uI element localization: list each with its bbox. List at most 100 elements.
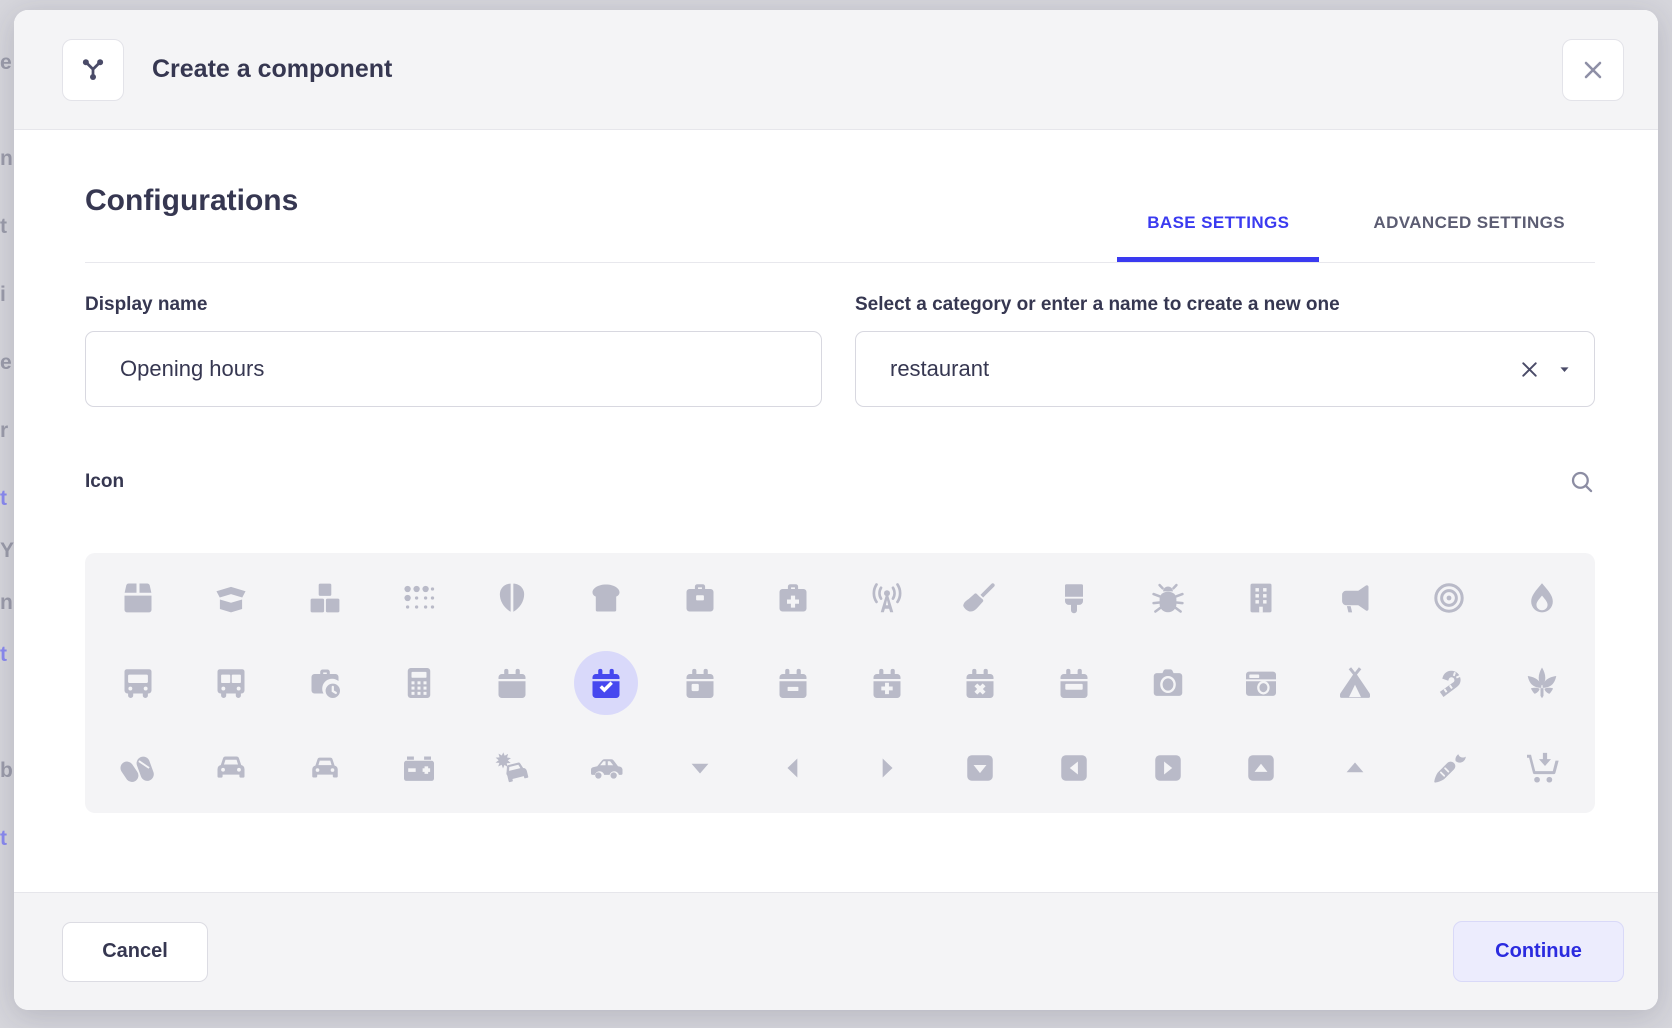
icon-cell-carrot[interactable]: [1402, 726, 1496, 811]
icon-cell-car-side[interactable]: [559, 726, 653, 811]
icon-cell-calendar[interactable]: [466, 640, 560, 725]
capsules-icon: [120, 750, 156, 786]
icon-cell-brush[interactable]: [1027, 555, 1121, 640]
icon-cell-building[interactable]: [1215, 555, 1309, 640]
form-row: Display name Select a category or enter …: [85, 294, 1595, 407]
close-button[interactable]: [1562, 39, 1624, 101]
icon-cell-calendar-times[interactable]: [934, 640, 1028, 725]
icon-cell-boxes[interactable]: [278, 555, 372, 640]
category-field-group: Select a category or enter a name to cre…: [855, 294, 1595, 407]
icon-cell-burn[interactable]: [1495, 555, 1589, 640]
tab-advanced-settings[interactable]: ADVANCED SETTINGS: [1343, 213, 1595, 262]
icon-cell-car-alt[interactable]: [278, 726, 372, 811]
create-component-modal: Create a component Configurations BASE S…: [14, 10, 1658, 1010]
brush-icon: [1056, 580, 1092, 616]
icon-cell-calculator[interactable]: [372, 640, 466, 725]
caret-left-icon: [775, 750, 811, 786]
backdrop-text-fragment: t: [0, 488, 14, 509]
bus-alt-icon: [213, 665, 249, 701]
icon-cell-caret-left[interactable]: [746, 726, 840, 811]
icon-cell-cannabis[interactable]: [1495, 640, 1589, 725]
briefcase-medical-icon: [775, 580, 811, 616]
cancel-button[interactable]: Cancel: [62, 922, 208, 982]
icon-cell-calendar-week[interactable]: [1027, 640, 1121, 725]
icon-cell-caret-square-up[interactable]: [1215, 726, 1309, 811]
icon-cell-car-battery[interactable]: [372, 726, 466, 811]
braille-icon: [401, 580, 437, 616]
category-label: Select a category or enter a name to cre…: [855, 294, 1595, 316]
icon-cell-bread-slice[interactable]: [559, 555, 653, 640]
icon-cell-briefcase[interactable]: [653, 555, 747, 640]
continue-button[interactable]: Continue: [1453, 921, 1624, 982]
icon-cell-camera-retro[interactable]: [1215, 640, 1309, 725]
icon-cell-business-time[interactable]: [278, 640, 372, 725]
caret-down-icon[interactable]: [1557, 362, 1572, 377]
camera-retro-icon: [1243, 665, 1279, 701]
backdrop-text-fragment: n: [0, 592, 14, 613]
clear-x-icon[interactable]: [1514, 354, 1545, 385]
icon-cell-brain[interactable]: [466, 555, 560, 640]
icon-cell-camera[interactable]: [1121, 640, 1215, 725]
box-open-icon: [213, 580, 249, 616]
icon-cell-braille[interactable]: [372, 555, 466, 640]
car-alt-icon: [307, 750, 343, 786]
icon-cell-bus-alt[interactable]: [185, 640, 279, 725]
display-name-field-group: Display name: [85, 294, 822, 407]
backdrop-text-fragment: t: [0, 216, 14, 237]
broom-icon: [962, 580, 998, 616]
backdrop-text-fragment: b: [0, 760, 14, 781]
icon-cell-car-crash[interactable]: [466, 726, 560, 811]
calculator-icon: [401, 665, 437, 701]
icon-cell-caret-square-left[interactable]: [1027, 726, 1121, 811]
icon-grid: [85, 553, 1595, 813]
icon-cell-cart-arrow-down[interactable]: [1495, 726, 1589, 811]
tab-base-settings[interactable]: BASE SETTINGS: [1117, 213, 1319, 262]
search-icon[interactable]: [1569, 469, 1595, 495]
icon-cell-box-open[interactable]: [185, 555, 279, 640]
carrot-icon: [1431, 750, 1467, 786]
icon-cell-briefcase-medical[interactable]: [746, 555, 840, 640]
bullseye-icon: [1431, 580, 1467, 616]
icon-cell-calendar-minus[interactable]: [746, 640, 840, 725]
icon-cell-bullseye[interactable]: [1402, 555, 1496, 640]
icon-cell-caret-right[interactable]: [840, 726, 934, 811]
bug-icon: [1150, 580, 1186, 616]
icon-cell-calendar-check[interactable]: [559, 640, 653, 725]
icon-cell-candy-cane[interactable]: [1402, 640, 1496, 725]
caret-right-icon: [869, 750, 905, 786]
backdrop-text-fragment: e: [0, 52, 14, 73]
icon-cell-caret-square-right[interactable]: [1121, 726, 1215, 811]
icon-cell-caret-up[interactable]: [1308, 726, 1402, 811]
display-name-label: Display name: [85, 294, 822, 316]
icon-cell-box[interactable]: [91, 555, 185, 640]
candy-cane-icon: [1431, 665, 1467, 701]
icon-cell-calendar-day[interactable]: [653, 640, 747, 725]
category-select[interactable]: restaurant: [855, 331, 1595, 407]
icon-cell-calendar-plus[interactable]: [840, 640, 934, 725]
icon-cell-car[interactable]: [185, 726, 279, 811]
backdrop-text-fragment: e: [0, 352, 14, 373]
icon-cell-broadcast-tower[interactable]: [840, 555, 934, 640]
car-battery-icon: [401, 750, 437, 786]
boxes-icon: [307, 580, 343, 616]
modal-body: Configurations BASE SETTINGSADVANCED SET…: [14, 130, 1658, 892]
car-icon: [213, 750, 249, 786]
icon-cell-caret-square-down[interactable]: [934, 726, 1028, 811]
icon-cell-bullhorn[interactable]: [1308, 555, 1402, 640]
campground-icon: [1337, 665, 1373, 701]
backdrop-text-fragment: t: [0, 828, 14, 849]
icon-cell-broom[interactable]: [934, 555, 1028, 640]
calendar-minus-icon: [775, 665, 811, 701]
car-crash-icon: [494, 750, 530, 786]
icon-cell-bus[interactable]: [91, 640, 185, 725]
icon-cell-bug[interactable]: [1121, 555, 1215, 640]
icon-cell-capsules[interactable]: [91, 726, 185, 811]
camera-icon: [1150, 665, 1186, 701]
calendar-icon: [494, 665, 530, 701]
briefcase-icon: [682, 580, 718, 616]
icon-cell-campground[interactable]: [1308, 640, 1402, 725]
display-name-input[interactable]: [85, 331, 822, 407]
icon-picker-head: Icon: [85, 469, 1595, 495]
business-time-icon: [307, 665, 343, 701]
icon-cell-caret-down[interactable]: [653, 726, 747, 811]
